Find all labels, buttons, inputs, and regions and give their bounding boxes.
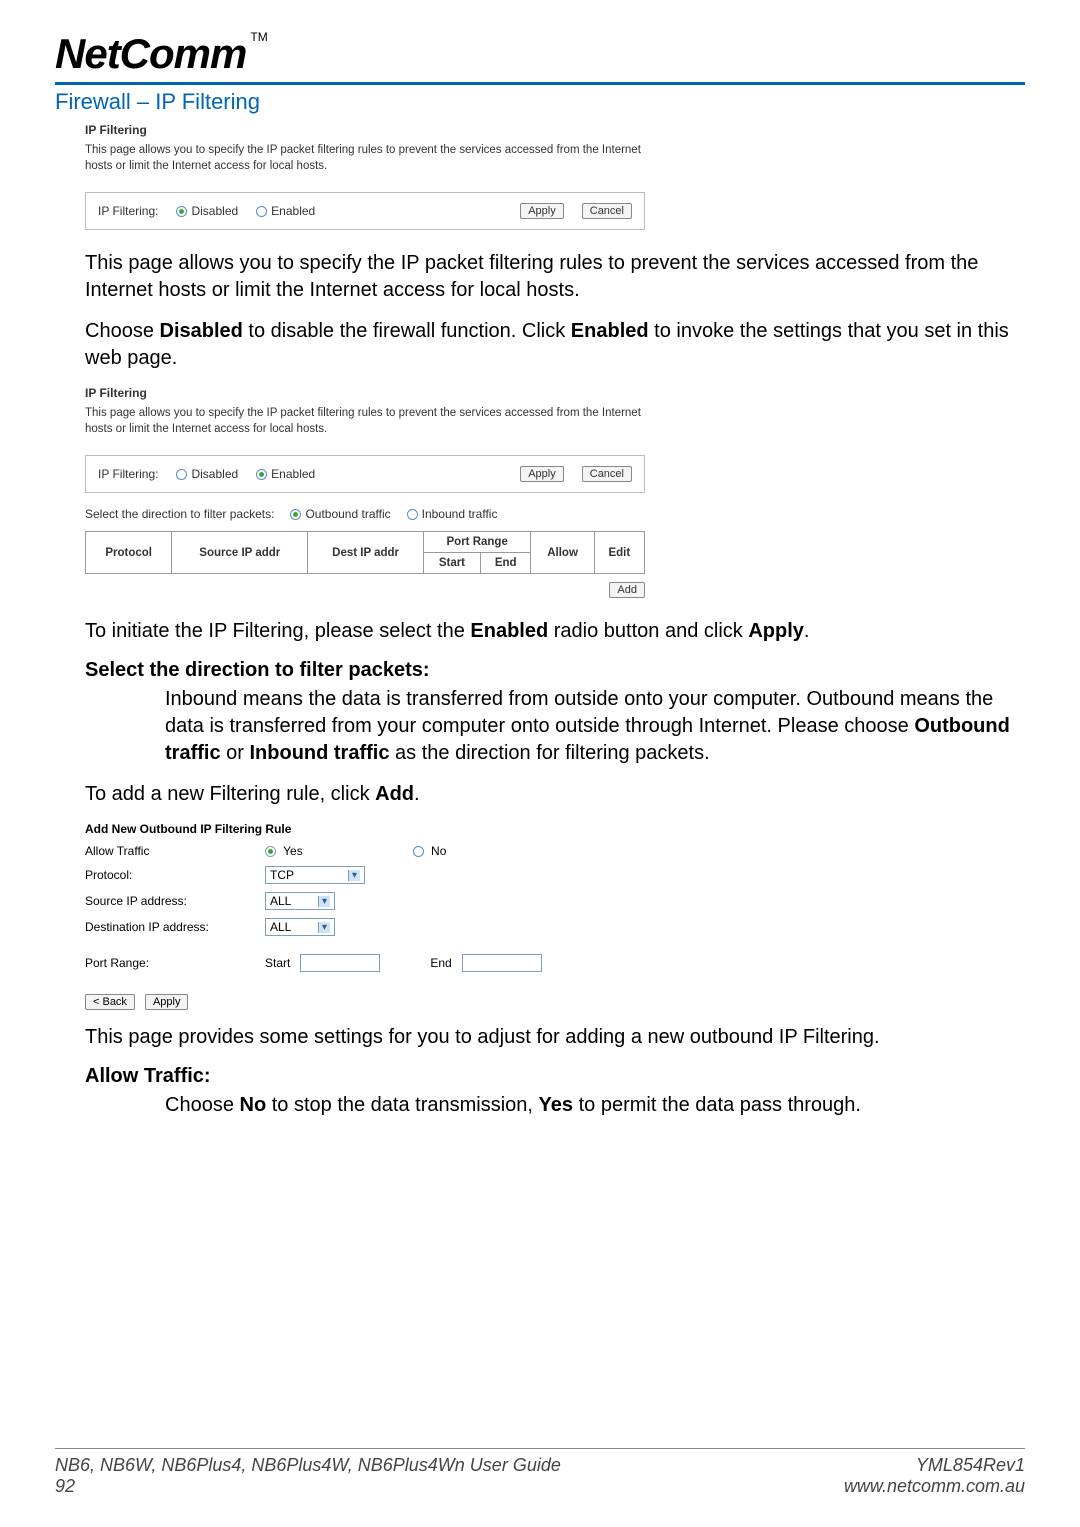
logo-text: NetComm	[55, 30, 246, 78]
apply-button[interactable]: Apply	[520, 203, 564, 219]
ss1-radio-enabled[interactable]: Enabled	[256, 204, 315, 218]
ss1-desc: This page allows you to specify the IP p…	[85, 143, 645, 174]
th-dest-ip: Dest IP addr	[308, 532, 424, 574]
radio-dot-icon	[290, 509, 301, 520]
screenshot-add-rule: Add New Outbound IP Filtering Rule Allow…	[85, 822, 645, 1010]
footer-guide-title: NB6, NB6W, NB6Plus4, NB6Plus4W, NB6Plus4…	[55, 1455, 561, 1476]
radio-allow-no[interactable]: No	[413, 844, 447, 858]
input-port-end[interactable]	[462, 954, 542, 972]
lbl-protocol: Protocol:	[85, 868, 255, 882]
logo-tm: TM	[250, 30, 267, 44]
para-initiate: To initiate the IP Filtering, please sel…	[85, 618, 1025, 645]
ss2-heading: IP Filtering	[85, 386, 1025, 400]
para-direction: Inbound means the data is transferred fr…	[165, 686, 1025, 767]
ss2-label: IP Filtering:	[98, 467, 158, 481]
radio-dot-icon	[256, 469, 267, 480]
ss2-dir-label: Select the direction to filter packets:	[85, 507, 274, 521]
ss2-radio-enabled[interactable]: Enabled	[256, 467, 315, 481]
radio-dot-icon	[176, 469, 187, 480]
ss1-heading: IP Filtering	[85, 123, 1025, 137]
th-source-ip: Source IP addr	[172, 532, 308, 574]
radio-dot-icon	[256, 206, 267, 217]
chevron-down-icon: ▾	[318, 896, 330, 907]
para-choose: Choose Disabled to disable the firewall …	[85, 318, 1025, 372]
select-dest-ip[interactable]: ALL▾	[265, 918, 335, 936]
input-port-start[interactable]	[300, 954, 380, 972]
select-source-ip[interactable]: ALL▾	[265, 892, 335, 910]
cancel-button[interactable]: Cancel	[582, 203, 632, 219]
heading-direction: Select the direction to filter packets:	[85, 659, 1025, 682]
ss2-desc: This page allows you to specify the IP p…	[85, 406, 645, 437]
para-add-rule: To add a new Filtering rule, click Add.	[85, 781, 1025, 808]
chevron-down-icon: ▾	[318, 922, 330, 933]
ss2-direction-row: Select the direction to filter packets: …	[85, 507, 645, 521]
ss1-label: IP Filtering:	[98, 204, 158, 218]
cancel-button[interactable]: Cancel	[582, 466, 632, 482]
lbl-dest-ip: Destination IP address:	[85, 920, 255, 934]
radio-dot-icon	[407, 509, 418, 520]
select-protocol[interactable]: TCP▾	[265, 866, 365, 884]
ss2-radio-disabled[interactable]: Disabled	[176, 467, 238, 481]
section-title: Firewall – IP Filtering	[55, 89, 1025, 115]
th-allow: Allow	[531, 532, 594, 574]
lbl-allow-traffic: Allow Traffic	[85, 844, 255, 858]
th-port-end: End	[480, 553, 531, 574]
th-edit: Edit	[594, 532, 644, 574]
radio-dot-icon	[413, 846, 424, 857]
footer-page-number: 92	[55, 1476, 561, 1497]
radio-dot-icon	[176, 206, 187, 217]
ss2-radio-inbound[interactable]: Inbound traffic	[407, 507, 498, 521]
footer-doc-rev: YML854Rev1	[844, 1455, 1025, 1476]
footer-url: www.netcomm.com.au	[844, 1476, 1025, 1497]
ss1-panel: IP Filtering: Disabled Enabled Apply Can…	[85, 192, 645, 230]
lbl-port-end: End	[430, 956, 451, 970]
heading-allow-traffic: Allow Traffic:	[85, 1065, 1025, 1088]
screenshot-ipfilter-disabled: IP Filtering This page allows you to spe…	[85, 123, 1025, 230]
ss2-radio-outbound[interactable]: Outbound traffic	[290, 507, 390, 521]
add-button[interactable]: Add	[609, 582, 645, 598]
lbl-port-start: Start	[265, 956, 290, 970]
ss3-heading: Add New Outbound IP Filtering Rule	[85, 822, 645, 836]
th-protocol: Protocol	[86, 532, 172, 574]
screenshot-ipfilter-enabled: IP Filtering This page allows you to spe…	[85, 386, 1025, 598]
radio-dot-icon	[265, 846, 276, 857]
ss2-panel: IP Filtering: Disabled Enabled Apply Can…	[85, 455, 645, 493]
apply-button[interactable]: Apply	[520, 466, 564, 482]
th-port-start: Start	[423, 553, 480, 574]
para-allow-traffic: Choose No to stop the data transmission,…	[165, 1092, 1025, 1119]
para-intro: This page allows you to specify the IP p…	[85, 250, 1025, 304]
lbl-source-ip: Source IP address:	[85, 894, 255, 908]
page-footer: NB6, NB6W, NB6Plus4, NB6Plus4W, NB6Plus4…	[55, 1448, 1025, 1497]
ss1-radio-disabled[interactable]: Disabled	[176, 204, 238, 218]
back-button[interactable]: < Back	[85, 994, 135, 1010]
radio-allow-yes[interactable]: Yes	[265, 844, 303, 858]
para-add-desc: This page provides some settings for you…	[85, 1024, 1025, 1051]
brand-logo: NetComm TM	[55, 30, 1025, 78]
chevron-down-icon: ▾	[348, 870, 360, 881]
apply-button[interactable]: Apply	[145, 994, 189, 1010]
header-rule	[55, 82, 1025, 85]
lbl-port-range: Port Range:	[85, 956, 255, 970]
th-port-range: Port Range	[423, 532, 531, 553]
ss2-rule-table: Protocol Source IP addr Dest IP addr Por…	[85, 531, 645, 574]
